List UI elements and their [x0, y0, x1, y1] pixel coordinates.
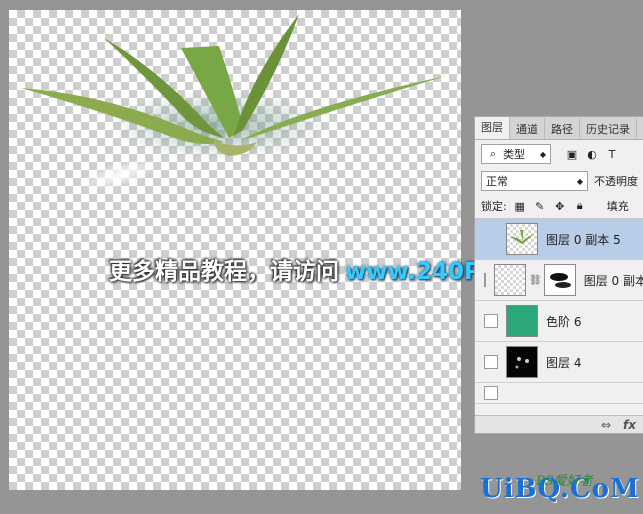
layer-row[interactable]: ⛓︎ 图层 0 副本: [475, 260, 643, 301]
dots-thumb-icon: [515, 357, 529, 369]
type-filter-icon[interactable]: T: [605, 147, 619, 161]
search-icon: ⌕: [489, 147, 497, 160]
layer-row[interactable]: [475, 383, 643, 404]
fill-label: 填充: [606, 200, 629, 213]
layer-thumbnail: [506, 223, 538, 255]
layer-name: 图层 0 副本: [583, 273, 643, 288]
layer-thumbnail: [494, 264, 526, 296]
visibility-toggle[interactable]: [484, 386, 498, 400]
tab-layers[interactable]: 图层: [475, 117, 510, 139]
watermark-cn: 更多精品教程，请访问: [109, 259, 339, 285]
layer-row[interactable]: 图层 0 副本 5: [475, 219, 643, 260]
panel-bottom-bar: ⇔ fx: [475, 415, 643, 433]
document-canvas[interactable]: 更多精品教程，请访问 www.240PS.com: [9, 10, 560, 490]
plant-thumb-icon: [510, 230, 534, 244]
filter-type-label: 类型: [503, 148, 525, 161]
lock-all-icon[interactable]: 🔒︎: [573, 199, 587, 213]
filter-row: ⌕ 类型 ◆ ▣ ◐ T: [475, 140, 643, 168]
blend-mode-label: 正常: [486, 175, 508, 188]
panel-tabs: 图层 通道 路径 历史记录: [475, 117, 643, 140]
mask-shape-icon: [549, 273, 571, 288]
tab-channels[interactable]: 通道: [510, 118, 545, 139]
layer-mask-thumbnail[interactable]: [543, 264, 576, 296]
logo-small-text: PS爱好者: [536, 474, 593, 489]
dropdown-arrow-icon: ◆: [576, 176, 583, 186]
blend-row: 正常 ◆ 不透明度: [475, 168, 643, 194]
dropdown-arrow-icon: ◆: [539, 149, 546, 159]
layers-panel: 图层 通道 路径 历史记录 ⌕ 类型 ◆ ▣ ◐ T 正常 ◆ 不透明度 锁定:…: [474, 116, 643, 434]
layer-row[interactable]: 图层 4: [475, 342, 643, 383]
lock-label: 锁定:: [481, 200, 507, 213]
layer-name: 图层 4: [546, 355, 582, 370]
adjustment-filter-icon[interactable]: ◐: [585, 147, 599, 161]
image-filter-icon[interactable]: ▣: [565, 147, 579, 161]
visibility-toggle[interactable]: [484, 355, 498, 369]
layer-thumbnail: [506, 346, 538, 378]
fx-icon[interactable]: fx: [623, 418, 636, 432]
aloe-plant-image: [21, 14, 446, 191]
visibility-toggle[interactable]: [484, 232, 498, 246]
lock-paint-icon[interactable]: ✎: [533, 199, 547, 213]
tab-paths[interactable]: 路径: [545, 118, 580, 139]
link-icon[interactable]: ⇔: [601, 418, 611, 432]
blend-mode-dropdown[interactable]: 正常 ◆: [481, 171, 588, 191]
layer-name: 图层 0 副本 5: [546, 232, 621, 247]
filter-type-dropdown[interactable]: ⌕ 类型 ◆: [481, 144, 551, 164]
lock-position-icon[interactable]: ✥: [553, 199, 567, 213]
chain-link-icon[interactable]: ⛓︎: [529, 275, 542, 286]
visibility-toggle[interactable]: [484, 273, 486, 287]
opacity-label: 不透明度: [594, 175, 638, 188]
layer-name: 色阶 6: [546, 314, 582, 329]
layer-row[interactable]: 色阶 6: [475, 301, 643, 342]
layer-thumbnail: [506, 305, 538, 337]
site-logo: PS爱好者 UiBQ.CoM: [480, 474, 640, 504]
visibility-toggle[interactable]: [484, 314, 498, 328]
lock-row: 锁定: ▦ ✎ ✥ 🔒︎ 填充: [475, 194, 643, 219]
tab-history[interactable]: 历史记录: [580, 118, 637, 139]
lock-transparent-icon[interactable]: ▦: [513, 199, 527, 213]
